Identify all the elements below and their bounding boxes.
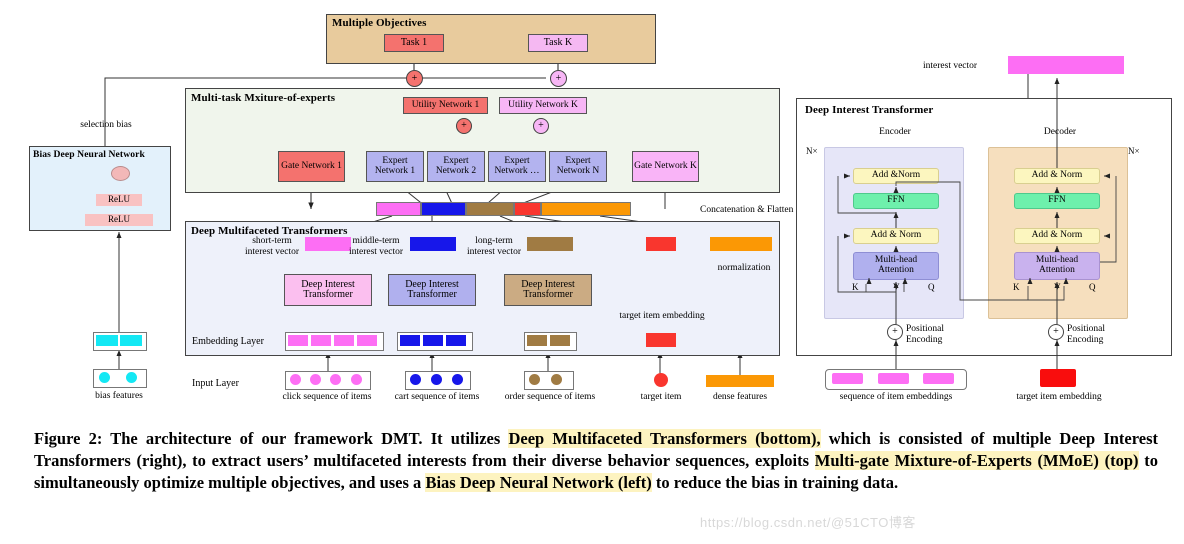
figure-caption: Figure 2: The architecture of our framew… <box>34 428 1158 494</box>
caption-suffix: to reduce the bias in training data. <box>651 472 899 492</box>
caption-highlight-mmoe: Multi-gate Mixture-of-Experts (MMoE) (to… <box>814 450 1139 470</box>
caption-highlight-bias: Bias Deep Neural Network (left) <box>425 472 652 492</box>
caption-prefix: Figure 2: The architecture of our framew… <box>34 429 509 448</box>
figure-diagram: Multiple Objectives Task 1 Task K + + Mu… <box>0 0 1184 420</box>
caption-highlight-dmt: Deep Multifaceted Transformers (bottom), <box>508 429 821 448</box>
watermark: https://blog.csdn.net/@51CTO博客 <box>700 515 916 530</box>
dit-wires <box>837 78 1117 369</box>
